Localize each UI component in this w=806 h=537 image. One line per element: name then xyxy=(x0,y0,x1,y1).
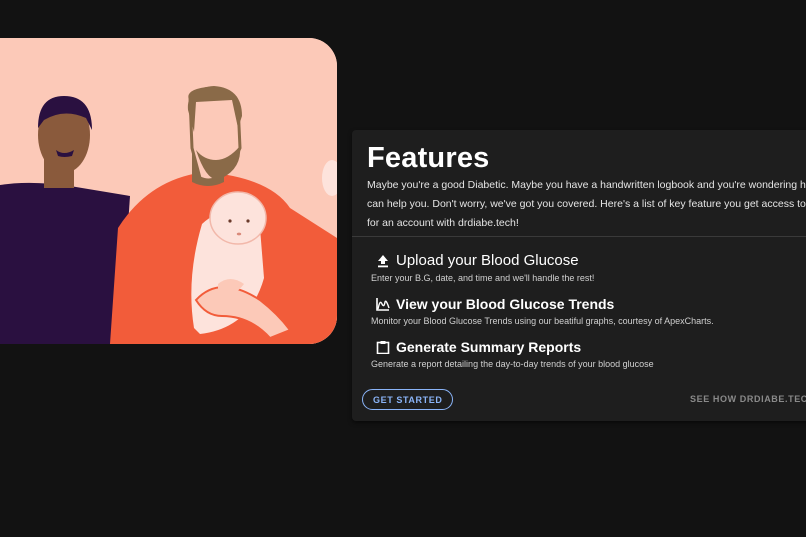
features-card: Features Maybe you're a good Diabetic. M… xyxy=(352,130,806,421)
feature-upload: Upload your Blood Glucose Enter your B.G… xyxy=(371,252,594,283)
features-title: Features xyxy=(367,142,490,174)
feature-label: View your Blood Glucose Trends xyxy=(396,296,615,312)
feature-trends: View your Blood Glucose Trends Monitor y… xyxy=(371,296,714,326)
feature-desc: Monitor your Blood Glucose Trends using … xyxy=(371,316,714,326)
intro-line: Maybe you're a good Diabetic. Maybe you … xyxy=(367,179,806,191)
intro-line: can help you. Don't worry, we've got you… xyxy=(367,198,806,210)
clipboard-icon xyxy=(376,341,390,354)
features-intro: Maybe you're a good Diabetic. Maybe you … xyxy=(367,176,806,233)
trend-chart-icon xyxy=(376,298,390,311)
family-illustration xyxy=(0,38,337,344)
feature-label: Upload your Blood Glucose xyxy=(396,252,579,269)
feature-desc: Generate a report detailing the day-to-d… xyxy=(371,359,654,369)
hero-illustration xyxy=(0,38,337,344)
divider xyxy=(352,236,806,237)
get-started-button[interactable]: GET STARTED xyxy=(362,389,454,410)
feature-label: Generate Summary Reports xyxy=(396,339,582,355)
feature-reports: Generate Summary Reports Generate a repo… xyxy=(371,339,654,369)
intro-line: for an account with drdiabe.tech! xyxy=(367,217,519,229)
upload-icon xyxy=(378,254,388,267)
see-how-link[interactable]: SEE HOW DRDIABE.TECH xyxy=(690,394,806,404)
feature-desc: Enter your B.G, date, and time and we'll… xyxy=(371,273,595,283)
